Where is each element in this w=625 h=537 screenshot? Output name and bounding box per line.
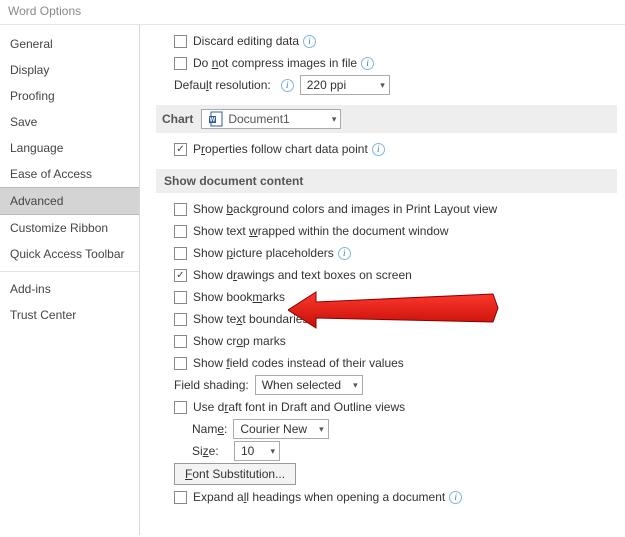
opt-expand-headings[interactable]: Expand all headings when opening a docum…: [156, 487, 617, 507]
nav-proofing[interactable]: Proofing: [0, 83, 139, 109]
default-resolution-select[interactable]: 220 ppi ▾: [300, 75, 390, 95]
nav-ease-of-access[interactable]: Ease of Access: [0, 161, 139, 187]
draft-font-size-select[interactable]: 10 ▾: [234, 441, 280, 461]
opt-show-field-codes[interactable]: Show field codes instead of their values: [156, 353, 617, 373]
row-font-substitution: Font Substitution...: [156, 463, 617, 485]
checkbox-icon[interactable]: [174, 401, 187, 414]
nav-separator: [0, 271, 139, 272]
chevron-down-icon: ▾: [319, 424, 324, 435]
opt-show-picture-placeholders[interactable]: Show picture placeholders i: [156, 243, 617, 263]
nav-quick-access-toolbar[interactable]: Quick Access Toolbar: [0, 241, 139, 267]
opt-show-text-wrapped[interactable]: Show text wrapped within the document wi…: [156, 221, 617, 241]
info-icon[interactable]: i: [281, 79, 294, 92]
opt-properties-follow[interactable]: Properties follow chart data point i: [156, 139, 617, 159]
opt-use-draft-font[interactable]: Use draft font in Draft and Outline view…: [156, 397, 617, 417]
opt-show-background[interactable]: Show background colors and images in Pri…: [156, 199, 617, 219]
checkbox-icon[interactable]: [174, 491, 187, 504]
options-content: Discard editing data i Do not compress i…: [140, 25, 625, 535]
font-substitution-button[interactable]: Font Substitution...: [174, 463, 296, 485]
opt-discard-editing[interactable]: Discard editing data i: [156, 31, 617, 51]
draft-font-name-select[interactable]: Courier New ▾: [233, 419, 328, 439]
opt-show-drawings[interactable]: Show drawings and text boxes on screen: [156, 265, 617, 285]
opt-show-bookmarks[interactable]: Show bookmarks: [156, 287, 617, 307]
info-icon[interactable]: i: [449, 491, 462, 504]
checkbox-icon[interactable]: [174, 269, 187, 282]
checkbox-icon[interactable]: [174, 357, 187, 370]
info-icon[interactable]: i: [372, 143, 385, 156]
nav-language[interactable]: Language: [0, 135, 139, 161]
opt-show-text-boundaries[interactable]: Show text boundaries: [156, 309, 617, 329]
window-title: Word Options: [0, 0, 625, 24]
info-icon[interactable]: i: [361, 57, 374, 70]
checkbox-icon[interactable]: [174, 247, 187, 260]
checkbox-icon[interactable]: [174, 335, 187, 348]
opt-default-resolution: Default resolution: i 220 ppi ▾: [156, 75, 617, 95]
chart-target-select[interactable]: W Document1 ▾: [201, 109, 341, 129]
section-chart: Chart W Document1 ▾: [156, 105, 617, 133]
checkbox-icon[interactable]: [174, 57, 187, 70]
opt-draft-font-size: Size: 10 ▾: [156, 441, 617, 461]
svg-text:W: W: [210, 118, 216, 124]
nav-trust-center[interactable]: Trust Center: [0, 302, 139, 328]
info-icon[interactable]: i: [303, 35, 316, 48]
nav-sidebar: General Display Proofing Save Language E…: [0, 25, 140, 535]
opt-draft-font-name: Name: Courier New ▾: [156, 419, 617, 439]
checkbox-icon[interactable]: [174, 143, 187, 156]
checkbox-icon[interactable]: [174, 35, 187, 48]
opt-show-crop-marks[interactable]: Show crop marks: [156, 331, 617, 351]
nav-customize-ribbon[interactable]: Customize Ribbon: [0, 215, 139, 241]
chevron-down-icon: ▾: [353, 380, 358, 391]
checkbox-icon[interactable]: [174, 225, 187, 238]
checkbox-icon[interactable]: [174, 203, 187, 216]
opt-do-not-compress[interactable]: Do not compress images in file i: [156, 53, 617, 73]
nav-add-ins[interactable]: Add-ins: [0, 276, 139, 302]
nav-save[interactable]: Save: [0, 109, 139, 135]
nav-general[interactable]: General: [0, 31, 139, 57]
chevron-down-icon: ▾: [332, 114, 337, 125]
word-doc-icon: W: [208, 111, 224, 127]
field-shading-select[interactable]: When selected ▾: [255, 375, 363, 395]
opt-field-shading: Field shading: When selected ▾: [156, 375, 617, 395]
checkbox-icon[interactable]: [174, 291, 187, 304]
section-chart-label: Chart: [162, 112, 193, 126]
main-layout: General Display Proofing Save Language E…: [0, 24, 625, 535]
nav-display[interactable]: Display: [0, 57, 139, 83]
info-icon[interactable]: i: [338, 247, 351, 260]
chevron-down-icon: ▾: [380, 80, 385, 91]
checkbox-icon[interactable]: [174, 313, 187, 326]
chevron-down-icon: ▾: [270, 446, 275, 457]
nav-advanced[interactable]: Advanced: [0, 187, 139, 215]
section-show-doc-content: Show document content: [156, 169, 617, 193]
